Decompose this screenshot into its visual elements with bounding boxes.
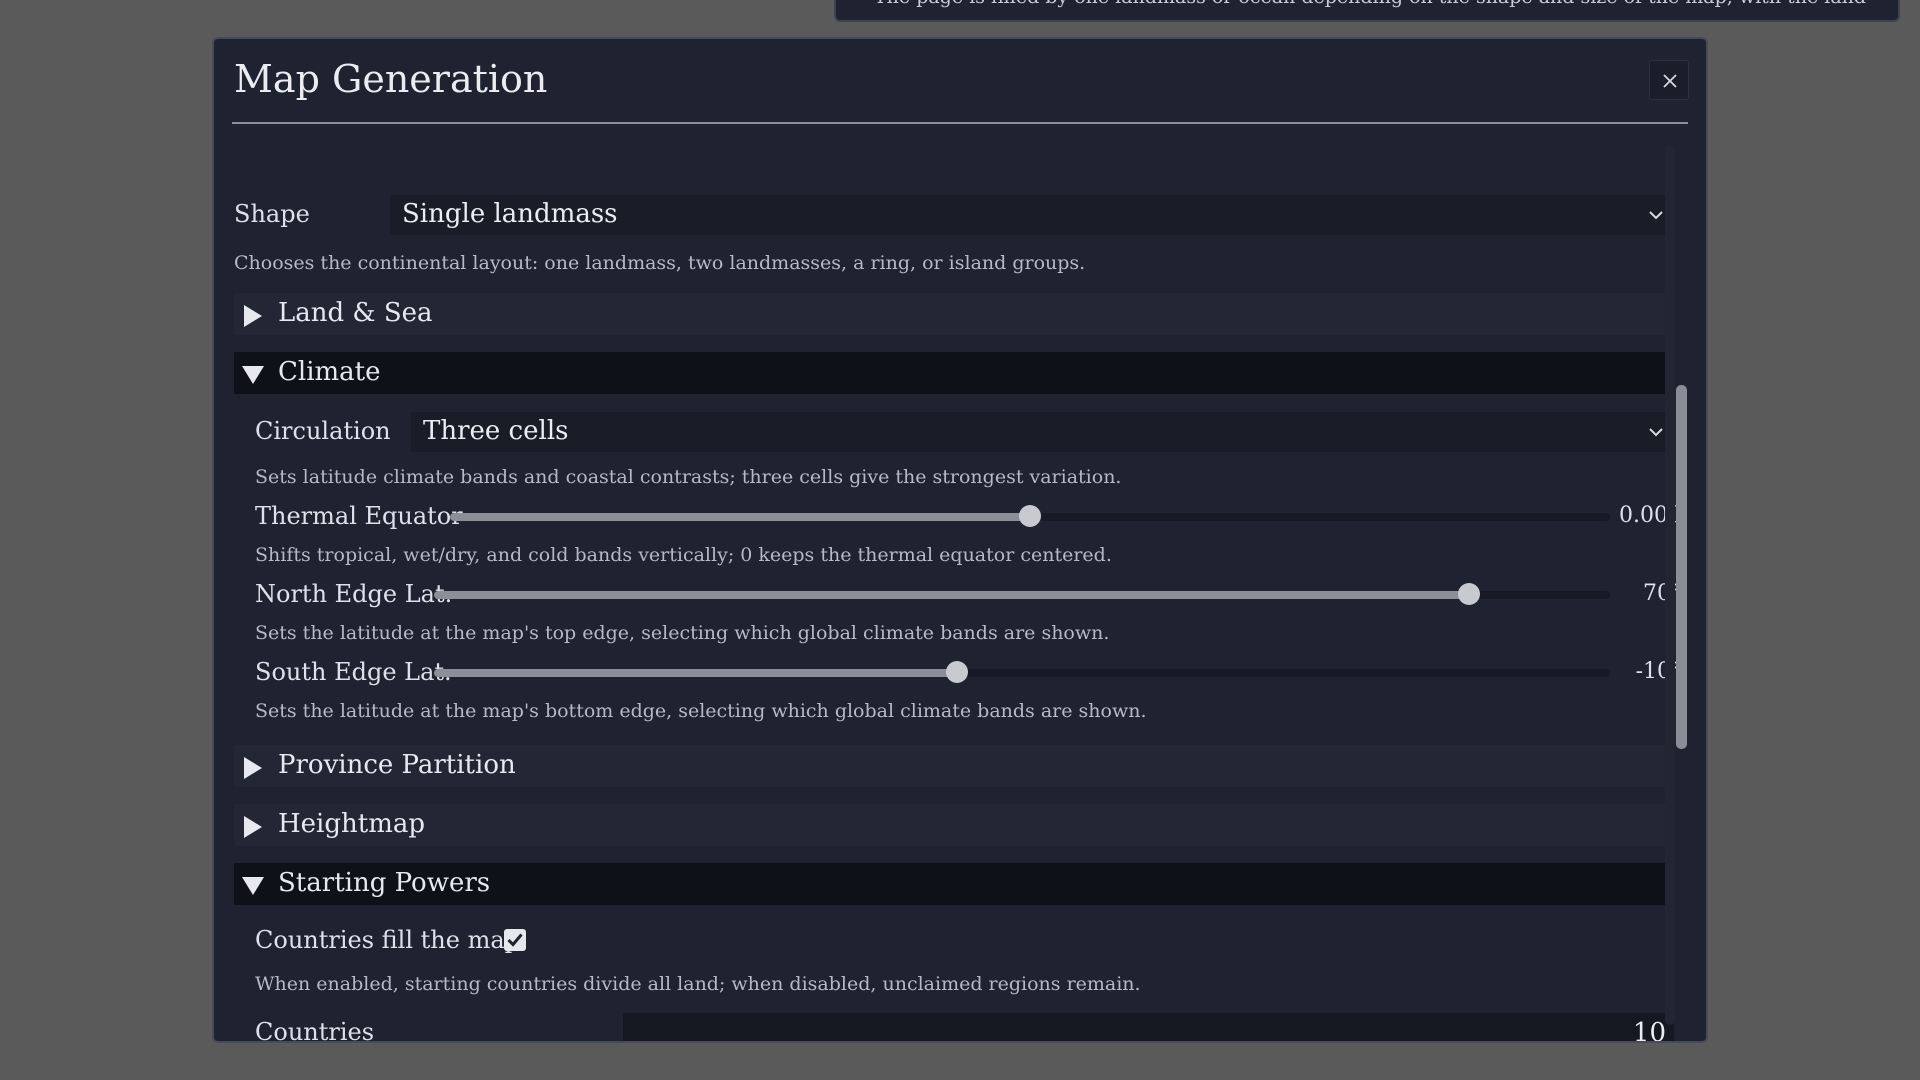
slider-handle[interactable] bbox=[1457, 583, 1480, 605]
settings-scroll-area[interactable]: Shape Single landmass Chooses the contin… bbox=[234, 139, 1682, 1043]
scrollbar-thumb[interactable] bbox=[1676, 385, 1687, 749]
slider-fill bbox=[434, 669, 958, 677]
fill-map-description: When enabled, starting countries divide … bbox=[255, 973, 1141, 995]
triangle-right-icon bbox=[244, 757, 262, 779]
south-edge-slider[interactable] bbox=[434, 661, 1610, 685]
slider-fill bbox=[434, 591, 1469, 599]
thermal-equator-slider[interactable] bbox=[450, 505, 1610, 529]
thermal-equator-label: Thermal Equator bbox=[255, 502, 463, 530]
dialog-title: Map Generation bbox=[234, 57, 548, 101]
section-province-partition[interactable]: Province Partition bbox=[234, 745, 1674, 787]
circulation-select-value: Three cells bbox=[423, 416, 569, 446]
south-edge-description: Sets the latitude at the map's bottom ed… bbox=[255, 700, 1147, 722]
south-edge-label: South Edge Lat. bbox=[255, 658, 452, 686]
background-tooltip: The page is filled by one landmass or oc… bbox=[834, 0, 1900, 22]
checkmark-icon bbox=[507, 933, 523, 947]
section-land-sea-label: Land & Sea bbox=[278, 298, 433, 328]
slider-fill bbox=[450, 513, 1030, 521]
section-climate-label: Climate bbox=[278, 357, 381, 387]
shape-description: Chooses the continental layout: one land… bbox=[234, 252, 1086, 274]
shape-select[interactable]: Single landmass bbox=[390, 195, 1674, 235]
circulation-label: Circulation bbox=[255, 417, 391, 445]
slider-handle[interactable] bbox=[1019, 505, 1041, 527]
circulation-select[interactable]: Three cells bbox=[411, 412, 1674, 452]
map-generation-dialog: Map Generation Shape Single landmass Cho… bbox=[212, 37, 1708, 1043]
section-province-partition-label: Province Partition bbox=[278, 750, 516, 780]
close-button[interactable] bbox=[1649, 60, 1689, 100]
title-divider bbox=[232, 122, 1688, 124]
countries-label: Countries bbox=[255, 1018, 375, 1043]
triangle-down-icon bbox=[242, 877, 264, 895]
triangle-right-icon bbox=[244, 816, 262, 838]
north-edge-description: Sets the latitude at the map's top edge,… bbox=[255, 622, 1110, 644]
north-edge-label: North Edge Lat. bbox=[255, 580, 453, 608]
section-heightmap-label: Heightmap bbox=[278, 809, 426, 839]
section-climate[interactable]: Climate bbox=[234, 352, 1674, 394]
countries-value: 10 bbox=[1632, 1018, 1666, 1043]
chevron-down-icon bbox=[1649, 428, 1663, 437]
tooltip-text: The page is filled by one landmass or oc… bbox=[874, 0, 1866, 8]
fill-map-checkbox[interactable] bbox=[504, 929, 526, 951]
circulation-description: Sets latitude climate bands and coastal … bbox=[255, 466, 1122, 488]
thermal-equator-description: Shifts tropical, wet/dry, and cold bands… bbox=[255, 544, 1112, 566]
section-heightmap[interactable]: Heightmap bbox=[234, 804, 1674, 846]
section-starting-powers[interactable]: Starting Powers bbox=[234, 863, 1674, 905]
slider-handle[interactable] bbox=[946, 661, 969, 683]
shape-select-value: Single landmass bbox=[402, 199, 618, 229]
north-edge-slider[interactable] bbox=[434, 583, 1610, 607]
triangle-right-icon bbox=[244, 305, 262, 327]
close-icon bbox=[1663, 74, 1677, 88]
section-starting-powers-label: Starting Powers bbox=[278, 868, 491, 898]
scrollbar-track[interactable] bbox=[1665, 145, 1675, 1025]
countries-input[interactable]: 10 bbox=[623, 1013, 1674, 1043]
fill-map-label: Countries fill the map bbox=[255, 926, 521, 954]
shape-label: Shape bbox=[234, 200, 310, 228]
triangle-down-icon bbox=[242, 366, 264, 384]
section-land-sea[interactable]: Land & Sea bbox=[234, 293, 1674, 335]
chevron-down-icon bbox=[1649, 211, 1663, 220]
